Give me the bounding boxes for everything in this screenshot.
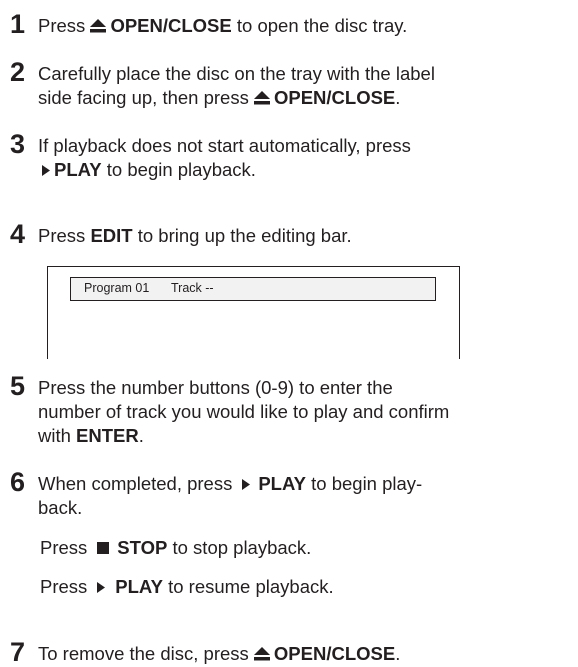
step-text: Press OPEN/CLOSE to open the disc tray.: [38, 15, 408, 36]
step-text: Press EDIT to bring up the editing bar.: [38, 225, 352, 246]
step-text: To remove the disc, press OPEN/CLOSE.: [38, 643, 401, 664]
eject-icon: [253, 91, 270, 105]
step-number: 3: [10, 129, 26, 159]
step-number: 7: [10, 637, 26, 667]
eject-icon: [90, 19, 107, 33]
step-number: 2: [10, 57, 26, 87]
play-icon: [242, 479, 251, 490]
step-number: 6: [10, 467, 26, 497]
stop-instruction: Press STOP to stop playback.: [40, 537, 312, 558]
step-text: If playback does not start automatically…: [38, 135, 411, 180]
play-icon: [97, 582, 106, 593]
editing-bar: Program 01 Track --: [70, 277, 436, 301]
track-label: Track --: [171, 281, 214, 295]
step-number: 4: [10, 219, 26, 249]
tv-screen-illustration: Program 01 Track --: [47, 266, 460, 359]
eject-icon: [253, 647, 270, 661]
resume-instruction: Press PLAY to resume playback.: [40, 576, 334, 597]
step-text: Carefully place the disc on the tray wit…: [38, 63, 435, 108]
stop-icon: [97, 542, 110, 554]
step-text: When completed, press PLAY to begin play-…: [38, 473, 423, 518]
play-icon: [42, 165, 50, 176]
program-label: Program 01: [84, 281, 150, 295]
step-text: Press the number buttons (0-9) to enter …: [38, 377, 450, 446]
step-number: 5: [10, 371, 26, 401]
step-number: 1: [10, 9, 26, 39]
